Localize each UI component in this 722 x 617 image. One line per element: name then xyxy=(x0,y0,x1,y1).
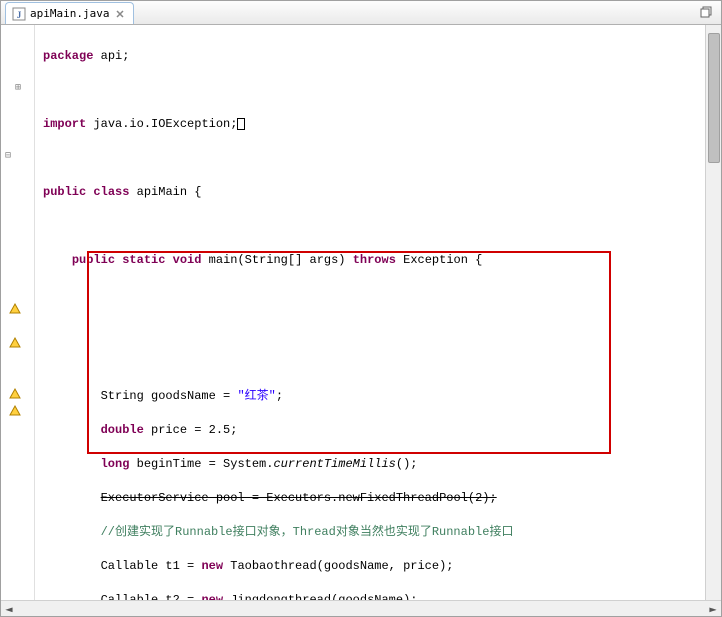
java-file-icon: J xyxy=(12,7,26,21)
editor-tab[interactable]: J apiMain.java xyxy=(5,2,134,24)
svg-text:J: J xyxy=(17,10,22,20)
keyword: long xyxy=(101,457,130,471)
method-call: currentTimeMillis xyxy=(273,457,395,471)
string-literal: "红茶" xyxy=(237,389,275,403)
scrollbar-thumb[interactable] xyxy=(708,33,720,163)
fold-minus-icon[interactable]: ⊟ xyxy=(5,150,21,166)
keyword: double xyxy=(101,423,144,437)
keyword: public xyxy=(72,253,115,267)
editor-area: ⊞ ⊟ package api; import java.io.IOExcept… xyxy=(1,25,721,600)
keyword: package xyxy=(43,49,93,63)
keyword: import xyxy=(43,117,86,131)
keyword: void xyxy=(173,253,202,267)
vertical-scrollbar[interactable] xyxy=(705,25,721,600)
warning-icon xyxy=(9,337,25,353)
close-icon[interactable] xyxy=(113,7,127,21)
code-text: String goodsName = xyxy=(101,389,238,403)
code-text: Jingdongthread(goodsName); xyxy=(223,593,417,600)
code-editor[interactable]: package api; import java.io.IOException;… xyxy=(35,25,705,600)
gutter: ⊞ ⊟ xyxy=(1,25,35,600)
code-text: Callable t2 = xyxy=(101,593,202,600)
warning-icon xyxy=(9,388,25,404)
tab-filename: apiMain.java xyxy=(30,7,109,20)
keyword: new xyxy=(201,593,223,600)
warning-icon xyxy=(9,405,25,421)
toolbar-icons xyxy=(697,3,715,21)
keyword: throws xyxy=(353,253,396,267)
comment: //创建实现了Runnable接口对象，Thread对象当然也实现了Runnab… xyxy=(101,525,514,539)
code-text: ExecutorService pool = Executors.newFixe… xyxy=(101,491,497,505)
code-text: java.io.IOException; xyxy=(86,117,237,131)
restore-icon[interactable] xyxy=(697,3,715,21)
fold-plus-icon[interactable]: ⊞ xyxy=(15,82,31,98)
code-text: apiMain { xyxy=(129,185,201,199)
tab-bar: J apiMain.java xyxy=(1,1,721,25)
keyword: class xyxy=(93,185,129,199)
code-text: beginTime = System. xyxy=(129,457,273,471)
code-text: api; xyxy=(93,49,129,63)
cursor xyxy=(237,118,245,130)
keyword: new xyxy=(201,559,223,573)
code-text: price = 2.5; xyxy=(144,423,238,437)
code-text: (); xyxy=(396,457,418,471)
code-text: Taobaothread(goodsName, price); xyxy=(223,559,453,573)
code-text: Callable t1 = xyxy=(101,559,202,573)
keyword: public xyxy=(43,185,86,199)
code-text: main(String[] args) xyxy=(201,253,352,267)
code-text: Exception { xyxy=(396,253,482,267)
scroll-right-icon[interactable]: ► xyxy=(705,602,721,616)
keyword: static xyxy=(122,253,165,267)
warning-icon xyxy=(9,303,25,319)
scroll-left-icon[interactable]: ◄ xyxy=(1,602,17,616)
horizontal-scrollbar[interactable]: ◄ ► xyxy=(1,600,721,616)
